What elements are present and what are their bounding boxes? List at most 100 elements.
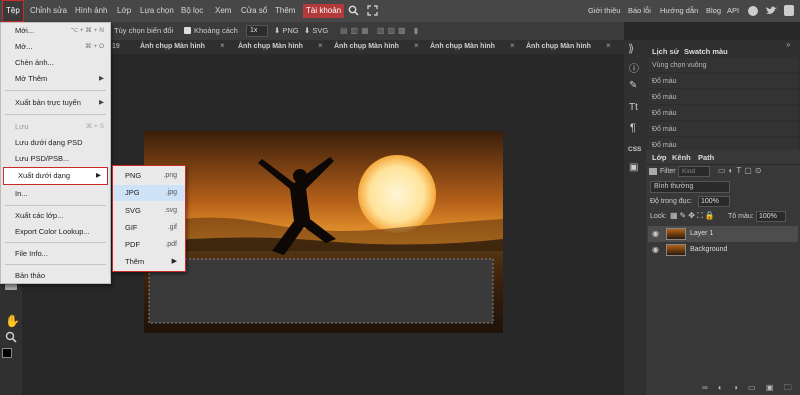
reddit-icon[interactable]	[748, 6, 758, 16]
transform-options-label[interactable]: Tùy chọn biến đổi	[114, 26, 173, 35]
history-item[interactable]: Đổ màu	[648, 122, 798, 137]
menu-item-publish-online[interactable]: Xuất bản trực tuyến ▶	[1, 95, 110, 111]
paragraph-icon[interactable]: ¶	[630, 122, 636, 134]
spacing-checkbox[interactable]	[184, 27, 191, 34]
filter-icons[interactable]: ▭◐T▢⊙	[718, 166, 765, 175]
history-item[interactable]: Đổ màu	[648, 106, 798, 121]
menu-item-export-color-lookup[interactable]: Export Color Lookup...	[1, 224, 110, 240]
info-icon[interactable]: ⓘ	[629, 60, 639, 75]
menu-item-new[interactable]: Mới... ⌥ + ⌘ + N	[1, 23, 110, 39]
item-label: Chèn ảnh...	[15, 58, 54, 67]
link-about[interactable]: Giới thiệu	[588, 0, 620, 22]
export-gif[interactable]: GIF .gif	[113, 220, 185, 236]
link-api[interactable]: API	[727, 0, 739, 22]
menu-item-open-more[interactable]: Mở Thêm ▶	[1, 71, 110, 87]
menu-item-open[interactable]: Mở... ⌘ + O	[1, 39, 110, 55]
menu-item-drafts[interactable]: Bản thảo	[1, 268, 110, 284]
zoom-tool-icon[interactable]	[5, 331, 17, 345]
layer-row[interactable]: ◉ Background	[648, 242, 798, 258]
close-icon[interactable]: ×	[414, 41, 419, 50]
menu-item-save-psd[interactable]: Lưu dưới dạng PSD	[1, 135, 110, 151]
blend-mode-select[interactable]: Bình thường	[650, 181, 730, 193]
menu-more[interactable]: Thêm	[272, 0, 298, 22]
chevron-right-icon: ▶	[96, 172, 101, 179]
tab-layers[interactable]: Lớp	[652, 153, 667, 162]
eraser-tool-icon[interactable]	[5, 284, 17, 290]
hand-tool-icon[interactable]: ✋	[5, 314, 20, 328]
facebook-icon[interactable]	[784, 5, 794, 16]
close-icon[interactable]: ×	[318, 41, 323, 50]
menu-select[interactable]: Lựa chọn	[137, 0, 177, 22]
tab-channels[interactable]: Kênh	[672, 153, 691, 162]
menu-item-save[interactable]: Lưu ⌘ + S	[1, 119, 110, 135]
eye-icon[interactable]: ◉	[652, 226, 659, 242]
menu-layer[interactable]: Lớp	[114, 0, 134, 22]
css-label[interactable]: CSS	[628, 146, 641, 153]
link-tutorial[interactable]: Hướng dẫn	[660, 0, 698, 22]
shortcut: ⌥ + ⌘ + N	[70, 27, 105, 34]
canvas-image[interactable]	[144, 131, 503, 333]
chevron-right-icon: ▶	[99, 75, 104, 82]
history-item[interactable]: Vùng chọn vuông	[648, 58, 798, 73]
menu-item-export-layers[interactable]: Xuất các lớp...	[1, 208, 110, 224]
menu-view[interactable]: Xem	[212, 0, 234, 22]
brush-icon[interactable]: ✎	[629, 80, 637, 91]
export-more[interactable]: Thêm ▶	[113, 254, 185, 270]
separator	[5, 114, 106, 115]
opacity-input[interactable]: 100%	[698, 196, 730, 207]
close-icon[interactable]: ×	[220, 41, 225, 50]
history-item[interactable]: Đổ màu	[648, 74, 798, 89]
separator	[5, 90, 106, 91]
export-svg[interactable]: SVG .svg	[113, 203, 185, 219]
menu-image[interactable]: Hình ảnh	[72, 0, 110, 22]
kind-select[interactable]: Kind	[678, 166, 710, 177]
document-tab[interactable]: Ảnh chụp Màn hình	[238, 41, 303, 53]
export-pdf[interactable]: PDF .pdf	[113, 237, 185, 253]
export-jpg[interactable]: JPG .jpg	[113, 185, 185, 201]
menu-item-print[interactable]: In...	[1, 186, 110, 202]
lock-label: Lock:	[650, 213, 667, 220]
scale-select[interactable]: 1x	[246, 25, 268, 37]
document-tab[interactable]: Ảnh chụp Màn hình	[526, 41, 591, 53]
align-icons[interactable]: ▤▥▦ ▧▨▩ ▮	[340, 26, 421, 35]
menu-item-insert-image[interactable]: Chèn ảnh...	[1, 55, 110, 71]
tab-fragment[interactable]: 19	[112, 41, 120, 53]
link-blog[interactable]: Blog	[706, 0, 721, 22]
twitter-icon[interactable]	[766, 6, 777, 15]
fullscreen-icon[interactable]	[367, 5, 378, 18]
collapse-icon[interactable]: ⟫	[628, 42, 634, 55]
document-tab[interactable]: Ảnh chụp Màn hình	[140, 41, 205, 53]
menu-edit[interactable]: Chỉnh sửa	[27, 0, 70, 22]
document-tab[interactable]: Ảnh chụp Màn hình	[334, 41, 399, 53]
search-icon[interactable]	[348, 5, 359, 18]
foreground-color-swatch[interactable]	[2, 348, 12, 358]
menu-window[interactable]: Cửa sổ	[238, 0, 270, 22]
menu-item-file-info[interactable]: File Info...	[1, 246, 110, 262]
filter-toggle[interactable]	[649, 168, 657, 175]
tab-swatches[interactable]: Swatch màu	[684, 47, 728, 56]
lock-icons[interactable]: ▦✎✥⛶🔒	[670, 211, 717, 221]
export-png[interactable]: PNG .png	[113, 168, 185, 184]
document-tab[interactable]: Ảnh chụp Màn hình	[430, 41, 495, 53]
image-icon[interactable]: ▣	[629, 162, 638, 173]
fill-input[interactable]: 100%	[756, 211, 786, 222]
menu-item-export-as[interactable]: Xuất dưới dạng ▶	[3, 167, 108, 185]
export-svg-button[interactable]: ⬇ SVG	[304, 26, 328, 35]
text-style-icon[interactable]: Tt	[629, 102, 638, 113]
menu-item-save-psd-psb[interactable]: Lưu PSD/PSB...	[1, 151, 110, 167]
menu-account[interactable]: Tài khoản	[303, 4, 345, 18]
link-report-bug[interactable]: Báo lỗi	[628, 0, 651, 22]
layer-actions-icons[interactable]: ∞ ◐ ◑ ▭ ▣ 🗀 ▦ 🗑	[702, 382, 800, 395]
close-icon[interactable]: ×	[606, 41, 611, 50]
tab-history[interactable]: Lịch sử	[652, 47, 679, 56]
close-icon[interactable]: ×	[510, 41, 515, 50]
export-png-button[interactable]: ⬇ PNG	[274, 26, 299, 35]
eye-icon[interactable]: ◉	[652, 242, 659, 258]
tab-paths[interactable]: Path	[698, 153, 714, 162]
menu-filter[interactable]: Bộ lọc	[178, 0, 206, 22]
history-item[interactable]: Đổ màu	[648, 90, 798, 105]
menu-file[interactable]: Tệp	[2, 0, 24, 22]
panel-menu-icon[interactable]: »	[786, 40, 790, 49]
layer-row[interactable]: ◉ Layer 1	[648, 226, 798, 242]
extension: .png	[163, 172, 177, 179]
